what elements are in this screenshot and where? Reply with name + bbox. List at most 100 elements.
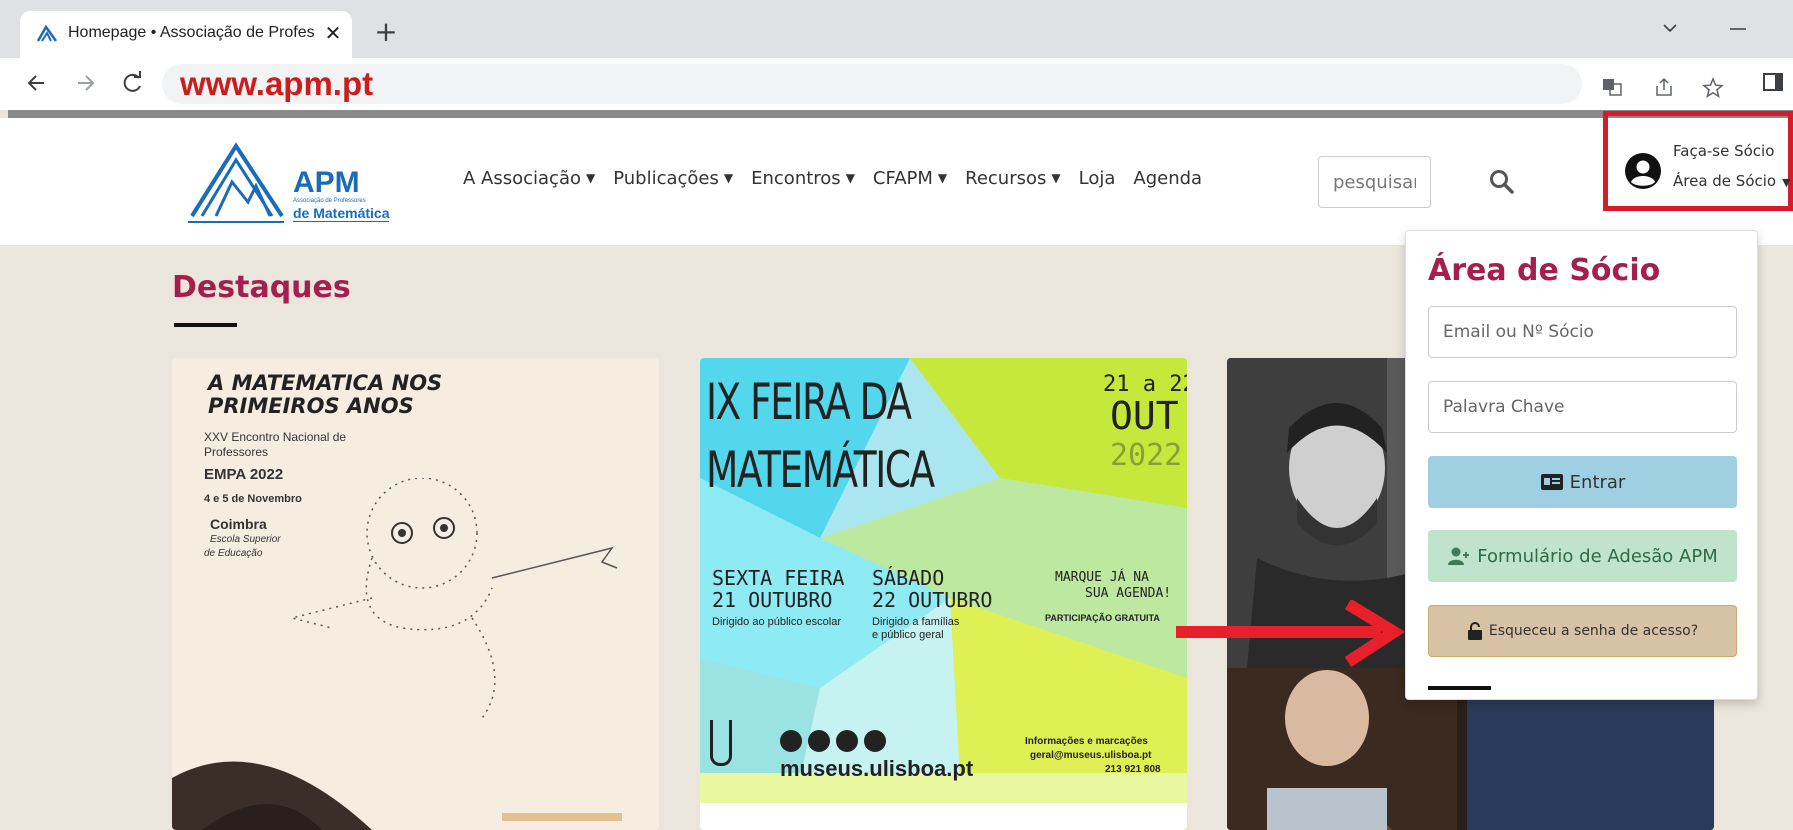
instagram-icon[interactable] — [808, 730, 830, 752]
nav-item-agenda[interactable]: Agenda — [1133, 168, 1202, 196]
caret-down-icon: ▼ — [937, 171, 948, 185]
card1-title: A MATEMATICA NOS PRIMEIROS ANOS — [208, 372, 442, 418]
card2-year: 2022 — [1110, 438, 1183, 473]
user-plus-icon — [1448, 547, 1470, 565]
unlock-icon — [1467, 622, 1482, 640]
chrome-divider — [8, 110, 1793, 118]
minimize-icon[interactable] — [1727, 18, 1749, 38]
join-link[interactable]: Faça-se Sócio — [1673, 142, 1774, 160]
card2-marque2: SUA AGENDA! — [1085, 586, 1172, 601]
nav-label: A Associação — [463, 168, 581, 189]
forgot-label: Esqueceu a senha de acesso? — [1488, 623, 1699, 639]
address-bar: www.apm.pt — [0, 58, 1793, 110]
caret-down-icon: ▼ — [845, 171, 855, 185]
tab-close-icon[interactable]: ✕ — [320, 20, 346, 46]
browser-tab[interactable]: Homepage • Associação de Professores de … — [20, 11, 352, 58]
card2-month: OUT — [1110, 394, 1179, 438]
twitter-icon[interactable] — [864, 730, 886, 752]
member-area-highlight: Faça-se Sócio Área de Sócio ▼ — [1603, 111, 1793, 211]
translate-icon[interactable] — [1602, 77, 1622, 97]
card2-title1: IX FEIRA DA — [706, 373, 912, 431]
card1-illustration — [172, 478, 622, 830]
forward-arrow-icon[interactable] — [70, 68, 100, 98]
url-text[interactable]: www.apm.pt — [180, 65, 373, 103]
search-input[interactable] — [1318, 156, 1431, 208]
dropdown-divider — [1428, 686, 1491, 690]
facebook-icon[interactable] — [780, 730, 802, 752]
signup-button[interactable]: Formulário de Adesão APM — [1428, 530, 1737, 582]
user-circle-icon[interactable] — [1624, 152, 1662, 190]
id-card-icon — [1540, 474, 1563, 490]
card2-day2: SÁBADO — [872, 566, 945, 590]
member-area-toggle[interactable]: Área de Sócio ▼ — [1673, 172, 1791, 190]
apm-favicon-icon — [36, 24, 58, 42]
login-button[interactable]: Entrar — [1428, 456, 1737, 508]
highlight-card-empa[interactable]: A MATEMATICA NOS PRIMEIROS ANOS XXV Enco… — [172, 358, 659, 830]
logo-sub-text: Associação de Professores — [293, 198, 366, 204]
tab-search-chevron-icon[interactable] — [1660, 18, 1680, 38]
nav-item-loja[interactable]: Loja — [1079, 168, 1116, 196]
logo-apm-text: APM — [293, 166, 360, 199]
signup-label: Formulário de Adesão APM — [1477, 545, 1718, 567]
password-field[interactable] — [1428, 381, 1737, 433]
nav-item-recursos[interactable]: Recursos ▼ — [965, 168, 1060, 196]
caret-down-icon: ▼ — [1782, 176, 1791, 189]
card2-phone: 213 921 808 — [1105, 764, 1161, 775]
search-icon[interactable] — [1488, 168, 1516, 196]
member-area-label: Área de Sócio — [1673, 172, 1777, 190]
nav-label: CFAPM — [872, 168, 933, 189]
caret-down-icon: ▼ — [585, 171, 596, 185]
section-title: Destaques — [172, 270, 351, 305]
nav-item-associacao[interactable]: A Associação ▼ — [463, 168, 595, 196]
card2-info2: geral@museus.ulisboa.pt — [1030, 750, 1152, 761]
main-nav: A Associação ▼ Publicações ▼ Encontros ▼ CF… — [463, 168, 1202, 196]
card2-day1: SEXTA FEIRA — [712, 566, 845, 590]
youtube-icon[interactable] — [836, 730, 858, 752]
card2-title2: MATEMÁTICA — [706, 441, 935, 499]
card2-marque1: MARQUE JÁ NA — [1055, 570, 1149, 585]
card2-day2-audience1: Dirigido a famílias — [872, 616, 960, 628]
nav-item-cfapm[interactable]: CFAPM ▼ — [873, 168, 947, 196]
card2-social-icons — [780, 730, 886, 752]
card1-title-line1: A MATEMATICA NOS — [208, 371, 443, 395]
highlight-card-feira[interactable]: IX FEIRA DA MATEMÁTICA 21 a 22 OUT 2022 … — [700, 358, 1187, 830]
card1-line2: Professores — [204, 445, 269, 459]
caret-down-icon: ▼ — [1051, 171, 1061, 185]
share-icon[interactable] — [1654, 77, 1674, 97]
card2-day2-date: 22 OUTUBRO — [872, 588, 993, 612]
nav-label: Recursos — [965, 168, 1047, 189]
card2-day2-audience2: e público geral — [872, 629, 944, 641]
caret-down-icon: ▼ — [723, 171, 734, 185]
dropdown-title: Área de Sócio — [1428, 253, 1661, 288]
nav-item-publicacoes[interactable]: Publicações ▼ — [613, 168, 733, 196]
nav-item-encontros[interactable]: Encontros ▼ — [751, 168, 855, 196]
back-arrow-icon[interactable] — [22, 68, 52, 98]
nav-label: Publicações — [613, 168, 719, 189]
omnibox[interactable]: www.apm.pt — [162, 64, 1724, 104]
card2-university-logo — [710, 720, 732, 766]
bookmark-star-icon[interactable] — [1702, 77, 1724, 99]
login-label: Entrar — [1569, 471, 1626, 493]
card1-title-line2: PRIMEIROS ANOS — [208, 394, 414, 418]
card2-day1-date: 21 OUTUBRO — [712, 588, 833, 612]
card2-info1: Informações e marcações — [1025, 736, 1148, 747]
member-login-dropdown: Área de Sócio Entrar Formulário de Adesã… — [1405, 230, 1758, 700]
reload-icon[interactable] — [118, 68, 148, 98]
card2-title: IX FEIRA DA MATEMÁTICA — [706, 368, 935, 504]
card2-site: museus.ulisboa.pt — [780, 756, 974, 781]
email-field[interactable] — [1428, 306, 1737, 358]
new-tab-button[interactable]: + — [370, 17, 402, 49]
card2-day1-audience: Dirigido ao público escolar — [712, 616, 842, 628]
browser-tab-bar: Homepage • Associação de Professores de … — [0, 0, 1793, 58]
apm-logo-mark-icon — [188, 142, 284, 223]
apm-logo[interactable]: APM Associação de Professores de Matemát… — [186, 138, 406, 228]
side-panel-icon[interactable] — [1762, 71, 1784, 93]
annotation-arrow-icon — [1176, 600, 1406, 668]
site-header: APM Associação de Professores de Matemát… — [0, 111, 1793, 245]
card2-gratuita: PARTICIPAÇÃO GRATUITA — [1045, 613, 1160, 623]
card1-line1: XXV Encontro Nacional de — [204, 430, 347, 444]
logo-sub2-text: de Matemática — [293, 205, 390, 222]
forgot-password-button[interactable]: Esqueceu a senha de acesso? — [1428, 605, 1737, 657]
tab-title: Homepage • Associação de Professores de … — [68, 24, 314, 41]
section-underline — [174, 323, 237, 327]
